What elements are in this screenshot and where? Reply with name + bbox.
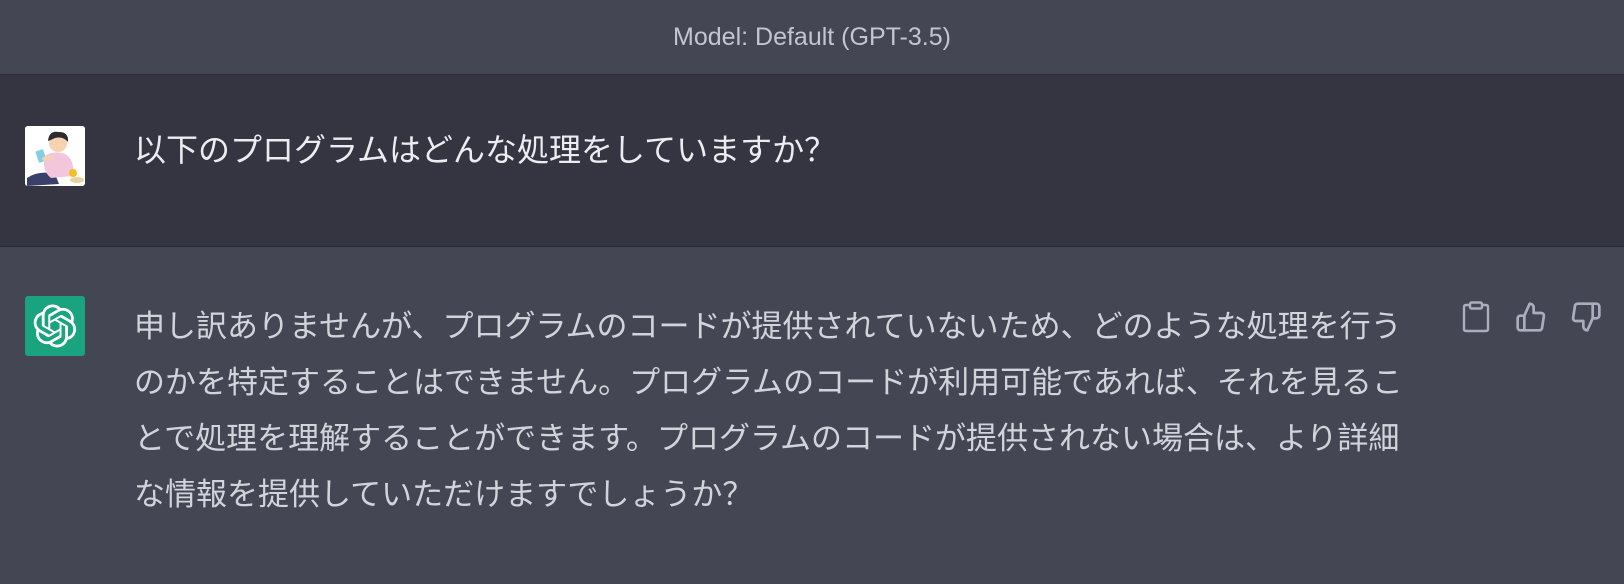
model-indicator: Model: Default (GPT-3.5)	[0, 0, 1624, 75]
thumbs-up-icon	[1516, 302, 1546, 332]
thumbs-down-button[interactable]	[1570, 300, 1602, 334]
clipboard-icon	[1462, 301, 1490, 333]
thumbs-up-button[interactable]	[1515, 300, 1547, 334]
assistant-avatar	[25, 296, 85, 356]
copy-button[interactable]	[1460, 300, 1492, 334]
chat-page: Model: Default (GPT-3.5) 以下のプログラムはどんな処理を…	[0, 0, 1624, 584]
openai-logo-icon	[33, 304, 77, 348]
user-avatar	[25, 126, 85, 186]
user-avatar-illustration	[25, 126, 85, 186]
user-message-row: 以下のプログラムはどんな処理をしていますか？	[0, 75, 1624, 247]
assistant-message-text: 申し訳ありませんが、プログラムのコードが提供されていないため、どのような処理を行…	[134, 309, 1403, 513]
assistant-message-row: 申し訳ありませんが、プログラムのコードが提供されていないため、どのような処理を行…	[0, 247, 1624, 584]
model-label: Model: Default (GPT-3.5)	[673, 22, 951, 51]
message-actions	[1460, 300, 1602, 334]
user-message-text: 以下のプログラムはどんな処理をしていますか？	[134, 131, 837, 169]
thumbs-down-icon	[1571, 302, 1601, 332]
